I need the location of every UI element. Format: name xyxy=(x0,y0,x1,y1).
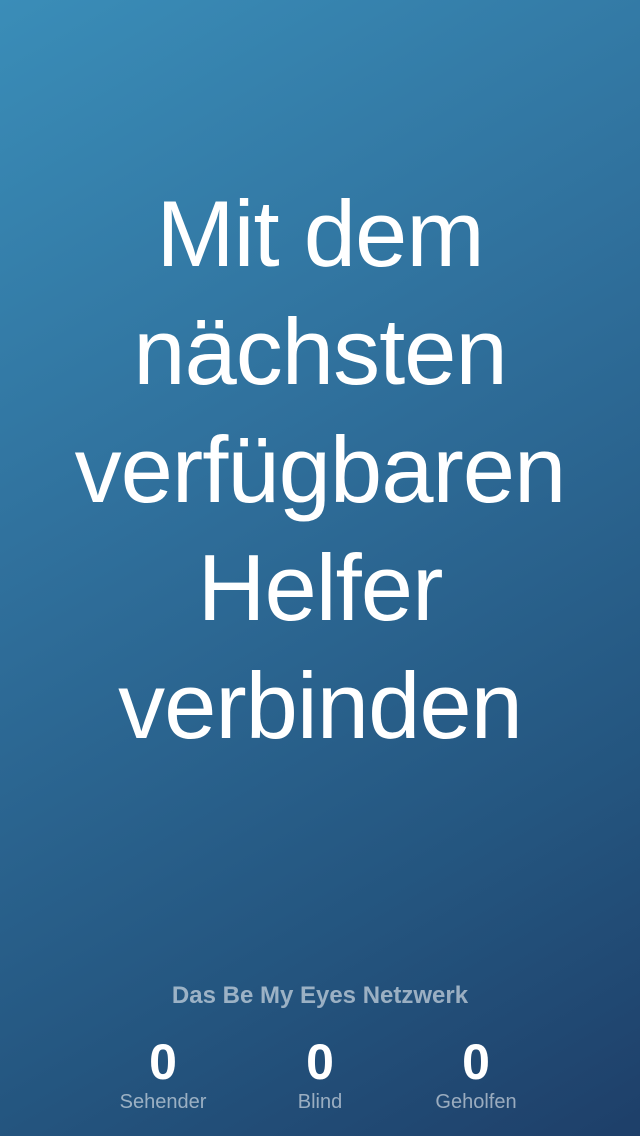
connect-to-helper-button[interactable]: Mit dem nächsten verfügbaren Helfer verb… xyxy=(0,150,640,790)
stat-blind-value: 0 xyxy=(306,1034,334,1090)
stat-sighted-value: 0 xyxy=(149,1034,177,1090)
stat-helped: 0 Geholfen xyxy=(406,1034,546,1114)
connect-line-2: nächsten xyxy=(133,299,508,404)
connect-button-label: Mit dem nächsten verfügbaren Helfer verb… xyxy=(20,175,620,765)
stat-sighted: 0 Sehender xyxy=(93,1034,233,1114)
stat-helped-label: Geholfen xyxy=(435,1091,517,1113)
network-stats-panel: Das Be My Eyes Netzwerk 0 Sehender 0 Bli… xyxy=(0,982,640,1122)
network-title: Das Be My Eyes Netzwerk xyxy=(171,982,469,1009)
connect-line-3: verfügbaren xyxy=(74,417,567,522)
stat-sighted-label: Sehender xyxy=(119,1091,207,1113)
connect-line-1: Mit dem xyxy=(156,181,484,286)
stat-helped-value: 0 xyxy=(462,1034,490,1090)
connect-line-5: verbinden xyxy=(118,653,523,758)
app-screen: Mit dem nächsten verfügbaren Helfer verb… xyxy=(0,0,640,1136)
stat-blind: 0 Blind xyxy=(250,1034,390,1114)
stat-blind-label: Blind xyxy=(297,1091,343,1113)
connect-line-4: Helfer xyxy=(197,535,444,640)
